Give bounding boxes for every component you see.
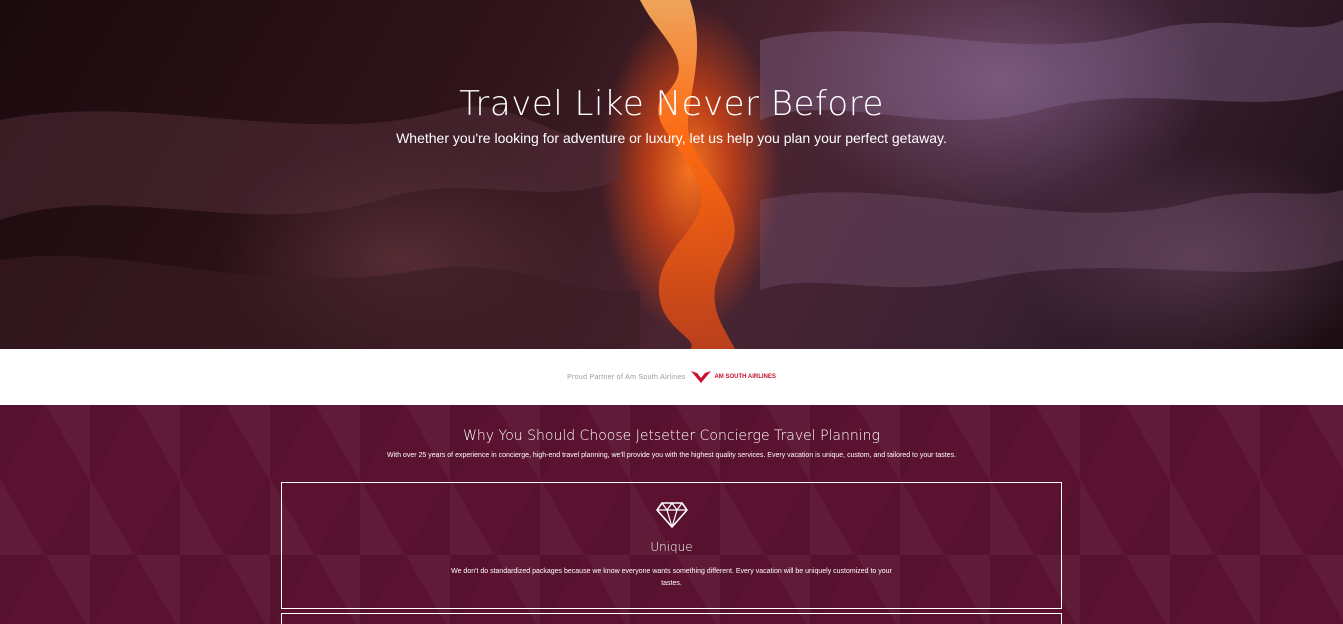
feature-title: Unique bbox=[650, 540, 693, 554]
why-choose-section: Why You Should Choose Jetsetter Concierg… bbox=[0, 405, 1343, 624]
hero-subtitle: Whether you're looking for adventure or … bbox=[396, 130, 947, 146]
feature-text: We don't do standardized packages becaus… bbox=[451, 568, 892, 587]
feature-card-unique: Unique We don't do standardized packages… bbox=[281, 482, 1062, 609]
hero-banner: Travel Like Never Before Whether you're … bbox=[0, 0, 1343, 349]
partner-text: Proud Partner of Am South Airlines bbox=[567, 373, 686, 381]
hero-title: Travel Like Never Before bbox=[459, 84, 884, 124]
feature-card-next bbox=[281, 613, 1062, 624]
partner-logo-text: AM SOUTH AIRLINES bbox=[714, 374, 776, 380]
partner-bar: Proud Partner of Am South Airlines AM SO… bbox=[0, 349, 1343, 405]
why-title: Why You Should Choose Jetsetter Concierg… bbox=[463, 428, 880, 444]
canyon-background-image bbox=[0, 0, 1343, 349]
why-description: With over 25 years of experience in conc… bbox=[386, 452, 957, 459]
diamond-icon bbox=[656, 502, 688, 528]
partner-logo[interactable]: AM SOUTH AIRLINES bbox=[691, 370, 776, 384]
airline-chevron-logo-icon bbox=[691, 371, 712, 383]
